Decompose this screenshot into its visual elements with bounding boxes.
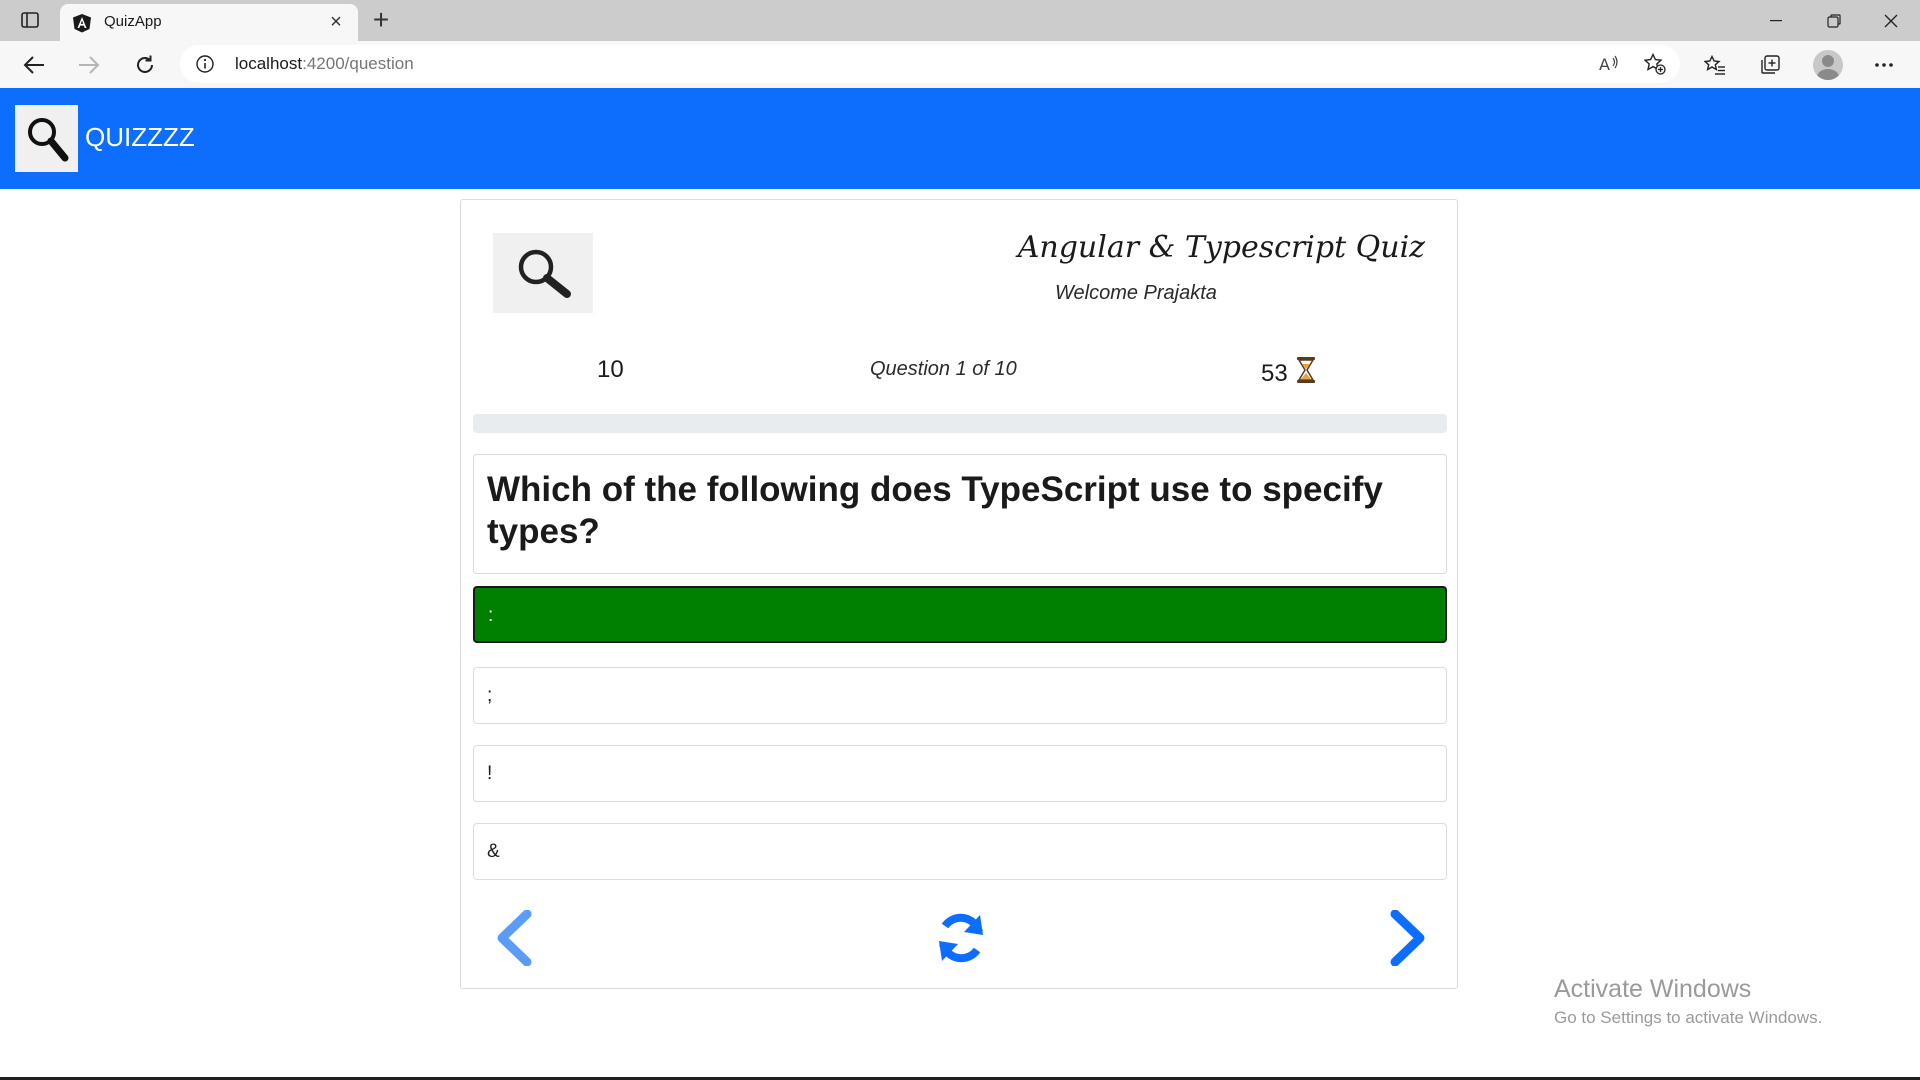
close-window-icon[interactable] (1862, 0, 1920, 41)
forward-icon[interactable] (73, 49, 105, 81)
collections-icon[interactable] (1754, 49, 1786, 81)
activate-windows-subtitle: Go to Settings to activate Windows. (1554, 1008, 1823, 1027)
quiz-card: Angular & Typescript Quiz Welcome Prajak… (460, 199, 1458, 989)
url-path: :4200/question (302, 54, 414, 73)
avatar-head (1822, 55, 1834, 67)
tab-actions-icon[interactable] (16, 8, 44, 32)
browser-tab[interactable]: QuizApp × (60, 4, 358, 41)
option-3[interactable]: ! (473, 745, 1447, 802)
brand-title[interactable]: QUIZZZZ (85, 122, 195, 153)
reset-quiz-refresh-icon[interactable] (931, 907, 991, 969)
next-question-chevron-right-icon[interactable] (1383, 907, 1433, 969)
browser-toolbar: localhost:4200/question A (0, 41, 1920, 89)
address-bar[interactable]: localhost:4200/question A (180, 45, 1680, 83)
url-host: localhost (235, 54, 303, 73)
minimize-icon[interactable] (1747, 0, 1805, 41)
points-value: 10 (597, 356, 624, 383)
option-1-label: : (488, 605, 494, 626)
option-4[interactable]: & (473, 823, 1447, 880)
option-2-label: ; (487, 685, 493, 706)
url-text[interactable]: localhost:4200/question (235, 54, 414, 74)
question-text: Which of the following does TypeScript u… (487, 470, 1383, 551)
browser-tab-bar: QuizApp × + (0, 0, 1920, 41)
option-3-label: ! (487, 763, 493, 784)
svg-text:A: A (1599, 55, 1610, 74)
welcome-text: Welcome Prajakta (1055, 282, 1217, 304)
progress-bar (473, 414, 1447, 433)
back-icon[interactable] (18, 49, 50, 81)
quiz-logo-magnifier-icon (493, 233, 593, 313)
quiz-title: Angular & Typescript Quiz (1017, 230, 1425, 265)
timer-value: 53 (1261, 359, 1288, 387)
read-aloud-icon[interactable]: A (1598, 53, 1620, 75)
question-box: Which of the following does TypeScript u… (473, 454, 1447, 574)
brand-logo-magnifier-icon[interactable] (15, 105, 78, 172)
profile-avatar[interactable] (1813, 50, 1843, 80)
option-1[interactable]: : (473, 586, 1447, 643)
restore-icon[interactable] (1805, 0, 1863, 41)
favorites-icon[interactable] (1699, 49, 1731, 81)
info-icon[interactable] (196, 55, 214, 73)
new-tab-icon[interactable]: + (366, 6, 396, 36)
question-progress-text: Question 1 of 10 (870, 358, 1017, 380)
activate-windows-title: Activate Windows (1554, 975, 1752, 1003)
app-navbar: QUIZZZZ (0, 88, 1920, 189)
tab-title: QuizApp (104, 13, 162, 30)
add-favorite-icon[interactable] (1644, 53, 1666, 75)
option-2[interactable]: ; (473, 667, 1447, 724)
option-4-label: & (487, 841, 500, 862)
angular-icon (72, 13, 92, 33)
more-options-icon[interactable] (1868, 49, 1900, 81)
avatar-body (1817, 69, 1839, 80)
hourglass-icon (1296, 356, 1316, 391)
previous-question-chevron-left-icon[interactable] (489, 907, 539, 969)
timer: 53 (1261, 356, 1316, 391)
tab-close-icon[interactable]: × (326, 12, 346, 32)
refresh-page-icon[interactable] (129, 49, 161, 81)
